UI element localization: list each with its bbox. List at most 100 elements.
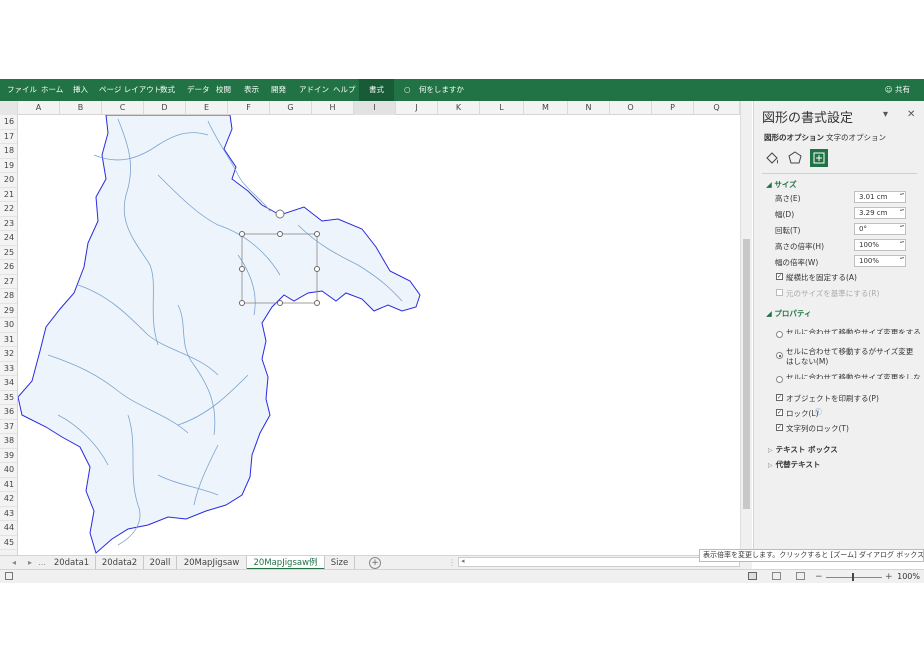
resize-handle[interactable] <box>314 266 320 272</box>
column-header-m[interactable]: M <box>524 101 568 115</box>
resize-handle[interactable] <box>277 300 283 306</box>
column-header-n[interactable]: N <box>568 101 610 115</box>
row-header[interactable]: 35 <box>0 391 17 405</box>
column-header-h[interactable]: H <box>312 101 354 115</box>
page-break-view-icon[interactable] <box>796 572 805 580</box>
tab-text-options[interactable]: 文字のオプション <box>826 132 886 143</box>
column-header-o[interactable]: O <box>610 101 652 115</box>
row-header[interactable]: 42 <box>0 492 17 507</box>
sheet-prev-icon[interactable]: ◂ <box>12 556 16 570</box>
lock-checkbox[interactable]: ✓ <box>776 409 783 416</box>
resize-handle[interactable] <box>239 266 245 272</box>
tab-home[interactable]: ホーム <box>41 79 63 101</box>
alt-text-section-header[interactable]: ▷ 代替テキスト <box>768 459 820 470</box>
zoom-level[interactable]: 100% <box>897 570 920 584</box>
tab-data[interactable]: データ <box>187 79 210 101</box>
sheet-tab-20data2[interactable]: 20data2 <box>96 556 144 570</box>
horizontal-scrollbar[interactable]: ◂ <box>458 557 740 567</box>
column-header-k[interactable]: K <box>438 101 480 115</box>
row-header[interactable]: 36 <box>0 405 17 420</box>
select-all-corner[interactable] <box>0 101 18 115</box>
column-header-j[interactable]: J <box>396 101 438 115</box>
tab-insert[interactable]: 挿入 <box>73 79 88 101</box>
sheet-tab-20data1[interactable]: 20data1 <box>48 556 96 570</box>
row-header[interactable]: 21 <box>0 188 17 202</box>
zoom-slider[interactable] <box>826 577 882 578</box>
sheet-tab-20mapjigsaw-example[interactable]: 20MapJigsaw例 <box>247 556 325 570</box>
add-sheet-icon[interactable]: + <box>369 557 381 569</box>
sheet-tab-20mapjigsaw[interactable]: 20MapJigsaw <box>177 556 247 570</box>
size-properties-icon[interactable] <box>810 149 828 167</box>
sheet-tab-20all[interactable]: 20all <box>144 556 177 570</box>
row-header[interactable]: 17 <box>0 130 17 144</box>
prefecture-map-shape[interactable] <box>18 115 421 554</box>
tab-review[interactable]: 校閲 <box>216 79 231 101</box>
column-header-f[interactable]: F <box>228 101 270 115</box>
column-header-d[interactable]: D <box>144 101 186 115</box>
tab-page-layout[interactable]: ページ レイアウト <box>99 79 161 101</box>
page-layout-view-icon[interactable] <box>772 572 781 580</box>
rotate-handle-icon[interactable] <box>275 209 285 219</box>
share-button[interactable]: ☺ 共有 <box>885 79 910 101</box>
move-only-radio[interactable] <box>776 352 783 359</box>
sheet-more-icon[interactable]: … <box>38 556 46 570</box>
column-header-c[interactable]: C <box>102 101 144 115</box>
column-header-b[interactable]: B <box>60 101 102 115</box>
column-header-l[interactable]: L <box>480 101 524 115</box>
normal-view-icon[interactable] <box>748 572 757 580</box>
tab-file[interactable]: ファイル <box>7 79 37 101</box>
tab-developer[interactable]: 開発 <box>271 79 286 101</box>
row-header[interactable]: 43 <box>0 507 17 521</box>
size-section-header[interactable]: ◢ サイズ <box>766 179 797 190</box>
resize-handle[interactable] <box>314 231 320 237</box>
column-header-i[interactable]: I <box>354 101 396 115</box>
row-header[interactable]: 23 <box>0 217 17 231</box>
row-header[interactable]: 30 <box>0 318 17 333</box>
scale-height-input[interactable]: 100% <box>854 239 906 251</box>
sheet-next-icon[interactable]: ▸ <box>28 556 32 570</box>
tell-me-search[interactable]: ○ 何をしますか <box>404 79 464 101</box>
scroll-left-icon[interactable]: ◂ <box>461 557 465 565</box>
textbox-section-header[interactable]: ▷ テキスト ボックス <box>768 444 838 455</box>
pane-options-chevron-icon[interactable]: ▾ <box>883 109 888 120</box>
vertical-scrollbar[interactable] <box>740 101 752 555</box>
resize-handle[interactable] <box>314 300 320 306</box>
sheet-tab-size[interactable]: Size <box>325 556 355 570</box>
column-header-e[interactable]: E <box>186 101 228 115</box>
resize-handle[interactable] <box>239 231 245 237</box>
row-header[interactable]: 20 <box>0 173 17 188</box>
row-header[interactable]: 28 <box>0 289 17 304</box>
column-header-a[interactable]: A <box>18 101 60 115</box>
fill-line-icon[interactable] <box>763 149 781 167</box>
row-header[interactable]: 16 <box>0 115 17 130</box>
row-header[interactable]: 18 <box>0 144 17 159</box>
row-header[interactable]: 32 <box>0 347 17 362</box>
rotation-input[interactable]: 0° <box>854 223 906 235</box>
row-header[interactable]: 29 <box>0 304 17 318</box>
effects-icon[interactable] <box>786 149 804 167</box>
tab-splitter-icon[interactable]: ⋮ <box>448 556 456 570</box>
column-header-q[interactable]: Q <box>694 101 740 115</box>
row-header[interactable]: 39 <box>0 449 17 463</box>
row-header[interactable]: 37 <box>0 420 17 434</box>
row-header[interactable]: 34 <box>0 376 17 391</box>
vertical-scroll-thumb[interactable] <box>743 239 750 509</box>
print-object-checkbox[interactable]: ✓ <box>776 394 783 401</box>
worksheet-grid[interactable] <box>18 115 740 555</box>
row-header[interactable]: 44 <box>0 521 17 536</box>
scale-width-input[interactable]: 100% <box>854 255 906 267</box>
zoom-in-icon[interactable]: + <box>885 570 893 584</box>
properties-section-header[interactable]: ◢ プロパティ <box>766 308 811 319</box>
row-header[interactable]: 27 <box>0 275 17 289</box>
move-size-radio[interactable] <box>776 331 783 338</box>
macro-record-icon[interactable] <box>5 572 13 580</box>
no-move-radio[interactable] <box>776 376 783 383</box>
tab-addins[interactable]: アドイン <box>299 79 329 101</box>
zoom-out-icon[interactable]: − <box>815 570 823 584</box>
tab-formulas[interactable]: 数式 <box>160 79 175 101</box>
row-header[interactable]: 31 <box>0 333 17 347</box>
resize-handle[interactable] <box>239 300 245 306</box>
resize-handle[interactable] <box>277 231 283 237</box>
row-header[interactable]: 41 <box>0 478 17 492</box>
width-input[interactable]: 3.29 cm <box>854 207 906 219</box>
